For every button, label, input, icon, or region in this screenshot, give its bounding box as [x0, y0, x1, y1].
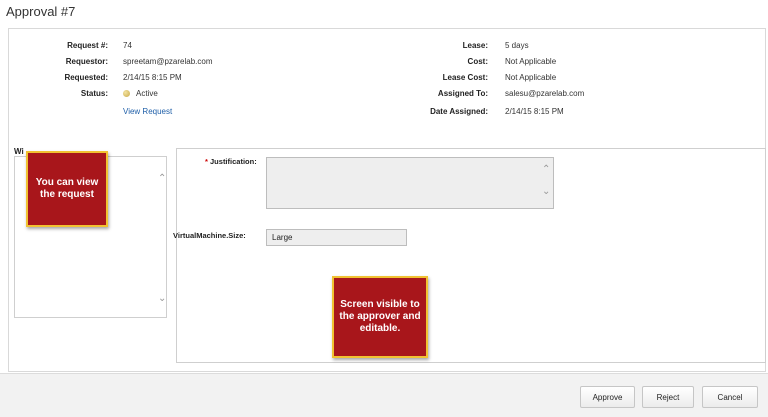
field-label: Assigned To: — [437, 89, 488, 98]
status-text: Active — [136, 89, 158, 98]
callout-view-request: You can view the request — [26, 151, 108, 227]
justification-textarea[interactable]: ⌃ ⌄ — [266, 157, 554, 209]
field-label: Cost: — [467, 57, 488, 66]
scroll-down-icon[interactable]: ⌄ — [542, 186, 550, 197]
vm-size-label: VirtualMachine.Size: — [173, 231, 246, 240]
field-value: 74 — [123, 41, 132, 50]
field-value: salesu@pzarelab.com — [505, 89, 585, 98]
field-value: Not Applicable — [505, 73, 557, 82]
approve-button[interactable]: Approve — [580, 386, 635, 408]
field-label: Lease Cost: — [442, 73, 488, 82]
field-value: 5 days — [505, 41, 529, 50]
scroll-up-icon[interactable]: ⌃ — [542, 164, 550, 175]
field-label: Requested: — [64, 73, 108, 82]
cancel-button[interactable]: Cancel — [702, 386, 758, 408]
field-value: 2/14/15 8:15 PM — [505, 107, 564, 116]
scroll-down-icon[interactable]: ⌄ — [158, 293, 166, 304]
vm-size-input[interactable]: Large — [266, 229, 407, 246]
scroll-up-icon[interactable]: ⌃ — [158, 173, 166, 184]
reject-button[interactable]: Reject — [642, 386, 694, 408]
field-label: Request #: — [67, 41, 108, 50]
field-label: Date Assigned: — [430, 107, 488, 116]
justification-label-text: Justification: — [210, 157, 257, 166]
field-value: 2/14/15 8:15 PM — [123, 73, 182, 82]
page-title: Approval #7 — [6, 4, 76, 19]
view-request-link[interactable]: View Request — [123, 107, 172, 116]
callout-editable: Screen visible to the approver and edita… — [332, 276, 428, 358]
status-value: Active — [123, 89, 158, 98]
field-label: Requestor: — [65, 57, 108, 66]
status-active-icon — [123, 90, 130, 98]
field-value: Not Applicable — [505, 57, 557, 66]
required-mark: * — [205, 157, 208, 166]
field-label: Lease: — [462, 41, 488, 50]
justification-label: * Justification: — [205, 157, 257, 166]
section-label: Wi — [14, 147, 24, 156]
field-value: spreetam@pzarelab.com — [123, 57, 213, 66]
field-label: Status: — [80, 89, 108, 98]
